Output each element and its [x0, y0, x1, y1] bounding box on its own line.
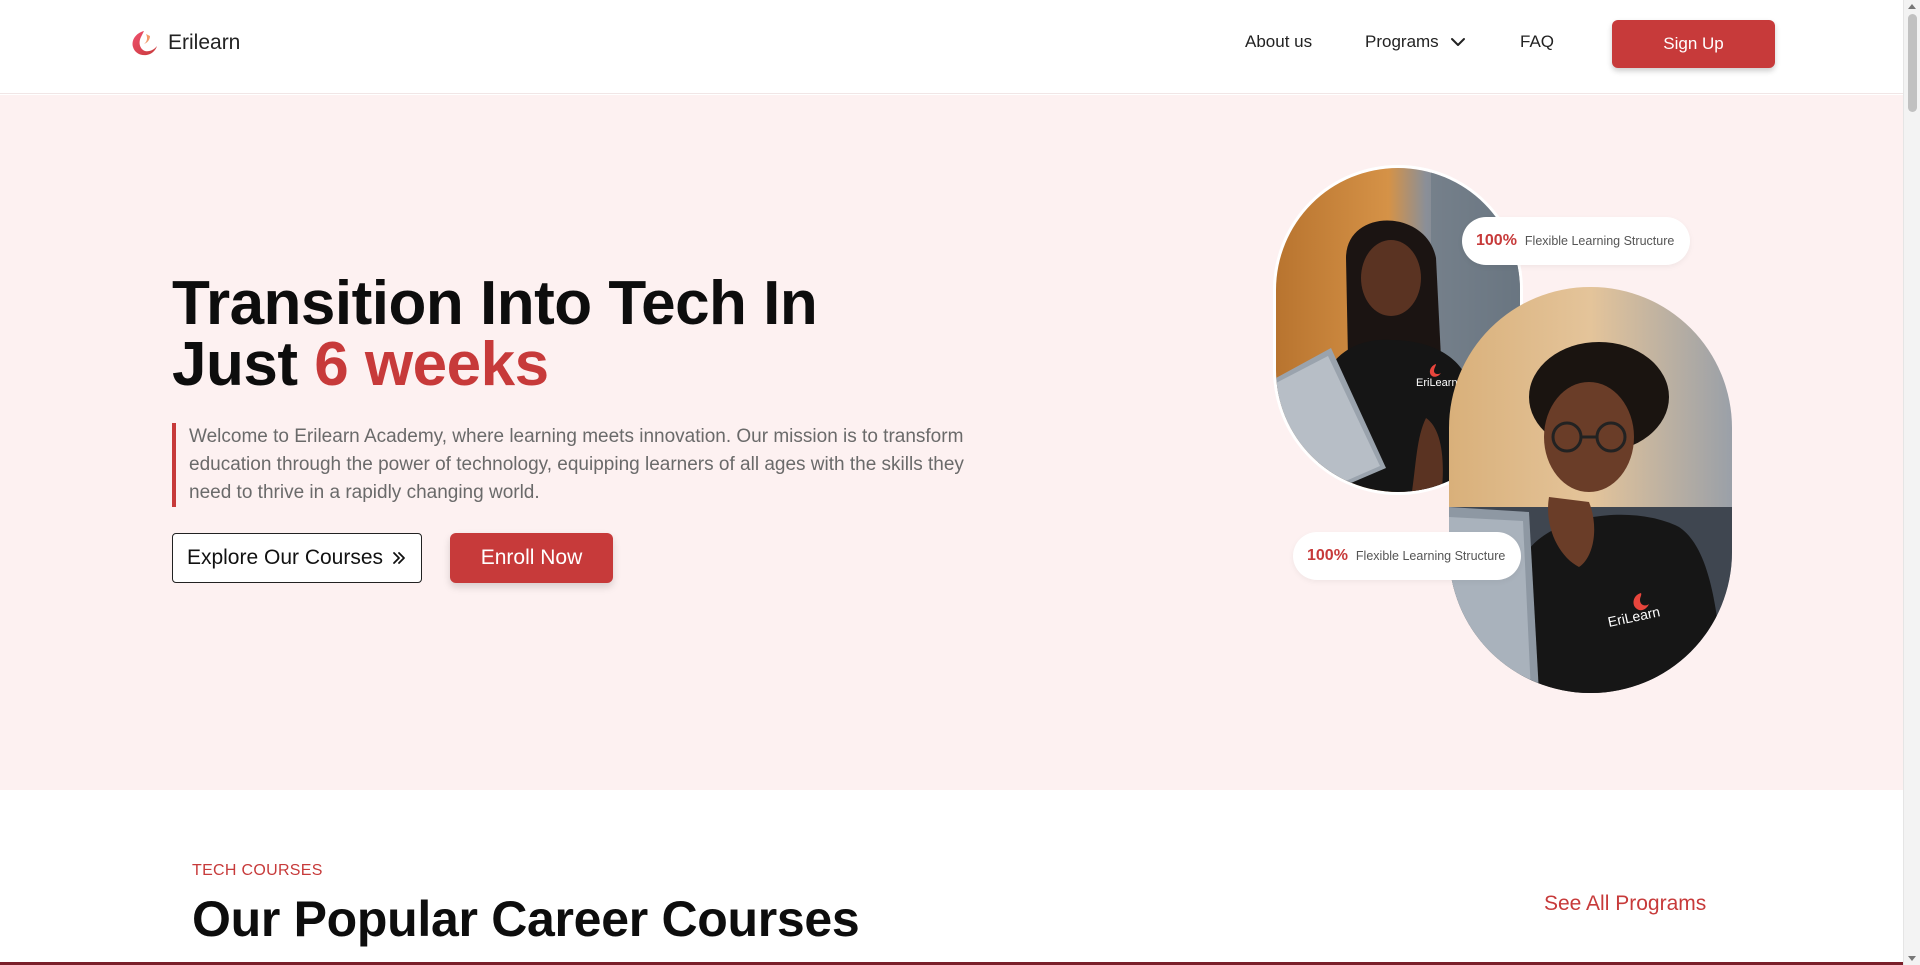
signup-button[interactable]: Sign Up [1612, 20, 1775, 68]
hero-title-accent: 6 weeks [314, 330, 549, 399]
hero-description: Welcome to Erilearn Academy, where learn… [189, 426, 964, 503]
brand-name: Erilearn [168, 31, 241, 54]
nav-programs-label: Programs [1365, 32, 1439, 51]
navbar: Erilearn About us Programs FAQ Sign Up [0, 0, 1903, 94]
page-scrollbar[interactable] [1903, 0, 1920, 965]
hero-title-line1: Transition Into Tech In [172, 269, 818, 338]
nav-about-link[interactable]: About us [1245, 32, 1312, 52]
hero-section: Transition Into Tech In Just 6 weeks Wel… [0, 95, 1903, 790]
stat-badge-percent: 100% [1307, 547, 1348, 564]
enroll-now-button[interactable]: Enroll Now [450, 533, 613, 583]
scroll-thumb[interactable] [1908, 14, 1917, 112]
erilearn-logo-icon [132, 31, 157, 56]
nav-programs-dropdown[interactable]: Programs [1365, 32, 1467, 52]
stat-badge-percent: 100% [1476, 232, 1517, 249]
student-photo-man-illustration: EriLearn [1449, 287, 1732, 693]
scroll-up-arrow-icon[interactable] [1908, 4, 1916, 9]
nav-faq-link[interactable]: FAQ [1520, 32, 1554, 52]
stat-badge-bottom: 100% Flexible Learning Structure [1293, 532, 1521, 580]
explore-courses-button[interactable]: Explore Our Courses [172, 533, 422, 583]
double-chevron-right-icon [393, 552, 405, 564]
hero-title: Transition Into Tech In Just 6 weeks [172, 273, 818, 396]
stat-badge-top: 100% Flexible Learning Structure [1462, 217, 1690, 265]
stat-badge-label: Flexible Learning Structure [1524, 234, 1675, 248]
courses-title: Our Popular Career Courses [192, 891, 860, 947]
courses-eyebrow: TECH COURSES [192, 862, 323, 879]
hero-title-line2-prefix: Just [172, 330, 298, 399]
student-photo-man: EriLearn [1449, 287, 1732, 693]
brand-logo[interactable]: Erilearn [128, 28, 240, 58]
hero-description-block: Welcome to Erilearn Academy, where learn… [172, 423, 972, 507]
scroll-down-arrow-icon[interactable] [1908, 956, 1916, 961]
see-all-programs-link[interactable]: See All Programs [1544, 892, 1706, 916]
shirt-logo-text: EriLearn [1416, 377, 1458, 389]
chevron-down-icon [1450, 38, 1465, 46]
explore-courses-label: Explore Our Courses [186, 546, 384, 569]
stat-badge-label: Flexible Learning Structure [1355, 549, 1506, 563]
